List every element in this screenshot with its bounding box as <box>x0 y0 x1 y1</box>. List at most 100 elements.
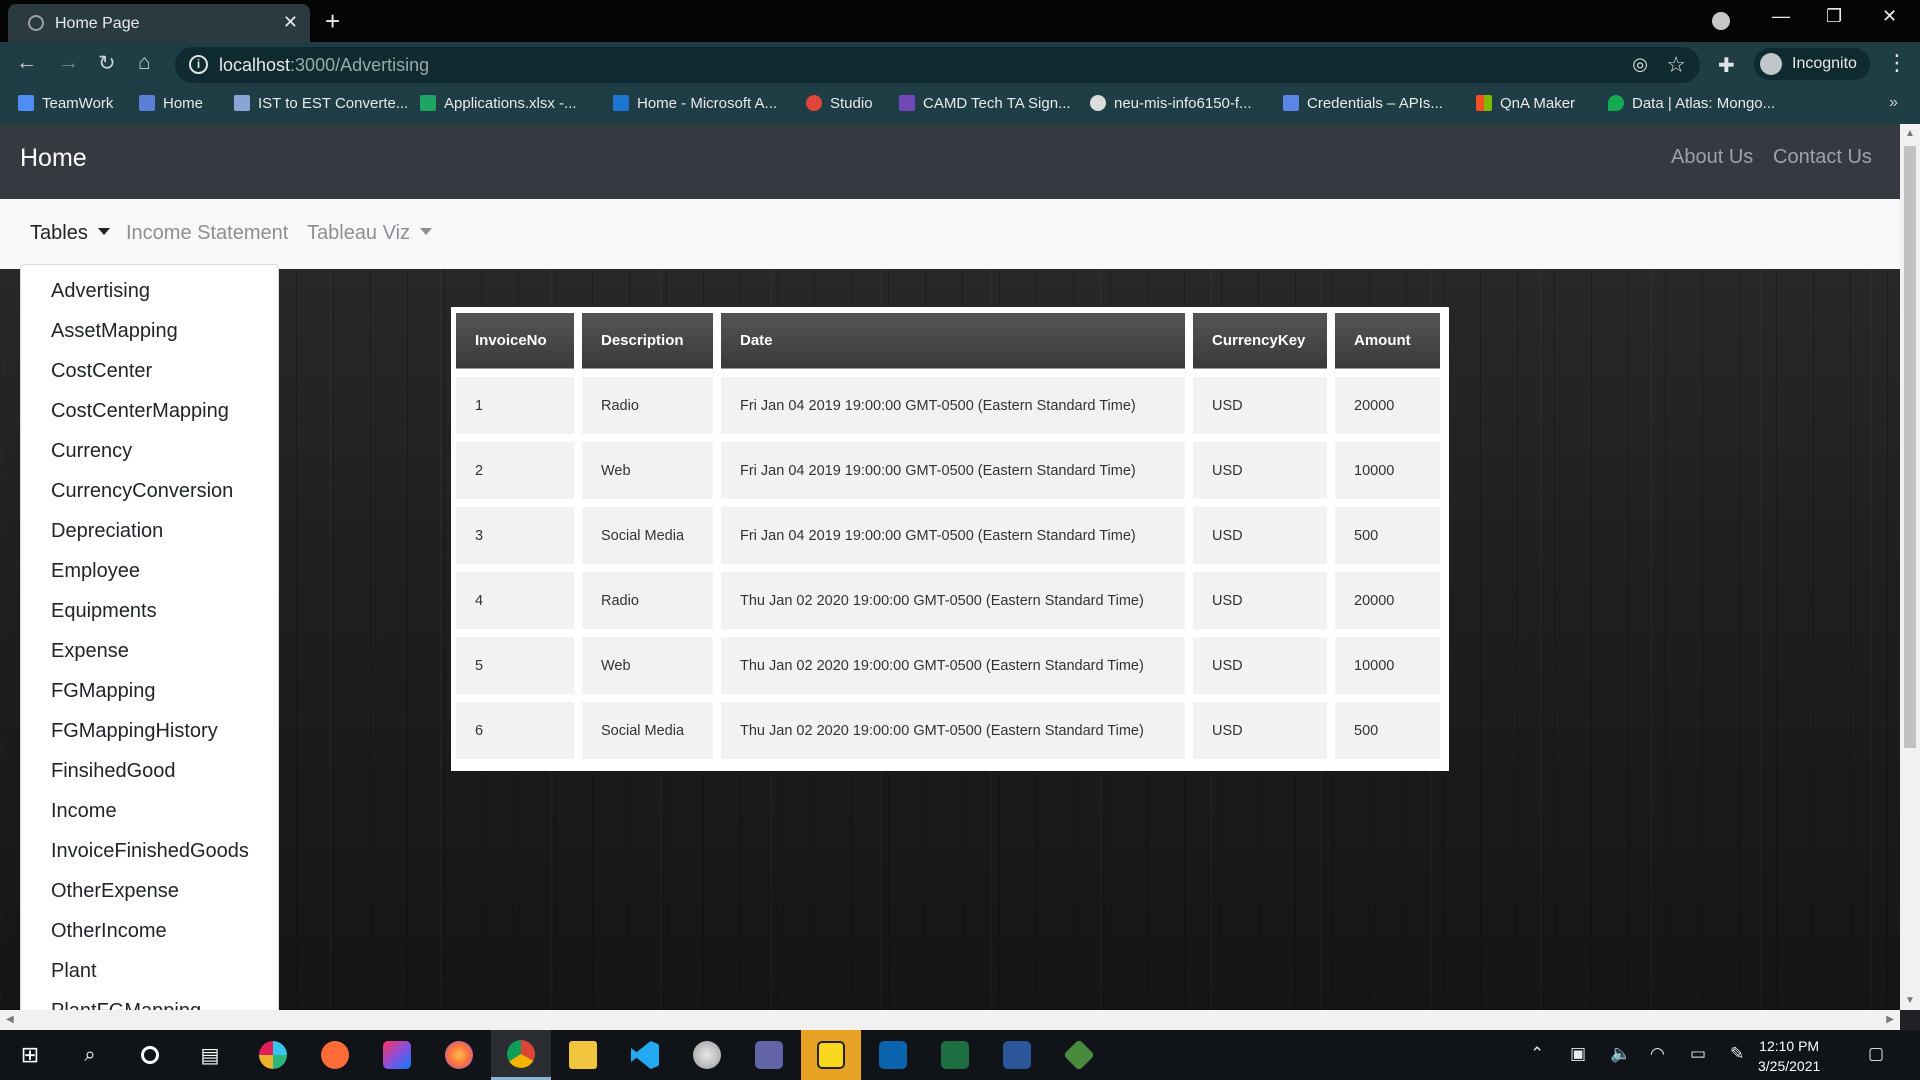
dropdown-item-assetmapping[interactable]: AssetMapping <box>21 318 278 358</box>
dropdown-item-finishedgood[interactable]: FinsihedGood <box>21 758 278 798</box>
tables-dropdown-toggle[interactable]: Tables <box>30 222 110 245</box>
cell-currencykey: USD <box>1193 507 1327 564</box>
bookmark-studio[interactable]: Studio <box>806 95 873 112</box>
slack-icon[interactable] <box>243 1030 303 1080</box>
volume-icon[interactable]: 🔈 <box>1610 1044 1631 1064</box>
word-icon[interactable] <box>987 1030 1047 1080</box>
dropdown-item-income[interactable]: Income <box>21 798 278 838</box>
windows-start-icon[interactable]: ⊞ <box>0 1030 60 1080</box>
bookmark-label: CAMD Tech TA Sign... <box>923 95 1071 112</box>
bookmark-applications[interactable]: Applications.xlsx -... <box>420 95 577 112</box>
bookmark-label: neu-mis-info6150-f... <box>1114 95 1252 112</box>
cell-currencykey: USD <box>1193 377 1327 434</box>
url-text[interactable]: localhost:3000/Advertising <box>219 55 429 76</box>
battery-icon[interactable]: ▭ <box>1690 1044 1706 1064</box>
dropdown-item-employee[interactable]: Employee <box>21 558 278 598</box>
dropdown-item-plantfgmapping[interactable]: PlantFGMapping <box>21 998 278 1010</box>
bookmark-teamwork[interactable]: TeamWork <box>18 95 113 112</box>
dropdown-item-currency[interactable]: Currency <box>21 438 278 478</box>
horizontal-scrollbar[interactable]: ◀ ▶ <box>0 1010 1900 1030</box>
search-icon[interactable]: ⌕ <box>60 1030 120 1080</box>
page-viewport: Home About Us Contact Us Tables Income S… <box>0 124 1900 1010</box>
incognito-badge[interactable]: Incognito <box>1754 48 1870 80</box>
task-view-icon[interactable]: ▤ <box>180 1030 240 1080</box>
back-icon[interactable]: ← <box>16 51 37 75</box>
advertising-table-card: InvoiceNo Description Date CurrencyKey A… <box>451 307 1449 771</box>
intellij-icon[interactable] <box>367 1030 427 1080</box>
paint-icon[interactable] <box>677 1030 737 1080</box>
dropdown-item-depreciation[interactable]: Depreciation <box>21 518 278 558</box>
scroll-down-icon[interactable]: ▼ <box>1905 995 1915 1006</box>
file-explorer-icon[interactable] <box>553 1030 613 1080</box>
nav-contact-us[interactable]: Contact Us <box>1773 146 1872 169</box>
close-tab-icon[interactable]: ✕ <box>283 12 298 33</box>
dropdown-item-currencyconversion[interactable]: CurrencyConversion <box>21 478 278 518</box>
scrollbar-thumb[interactable] <box>1904 146 1916 748</box>
chrome-icon[interactable] <box>491 1030 551 1080</box>
reload-icon[interactable]: ↻ <box>98 51 116 76</box>
wifi-icon[interactable]: ◠ <box>1650 1044 1665 1064</box>
more-bookmarks-icon[interactable]: » <box>1889 94 1898 112</box>
bookmark-github[interactable]: neu-mis-info6150-f... <box>1090 95 1252 112</box>
device-icon[interactable]: ▣ <box>1570 1044 1586 1064</box>
git-icon[interactable] <box>1049 1030 1109 1080</box>
scroll-left-icon[interactable]: ◀ <box>6 1014 14 1025</box>
restore-icon[interactable]: ❐ <box>1826 6 1842 27</box>
browser-menu-icon[interactable]: ⋮ <box>1886 50 1908 76</box>
vertical-scrollbar[interactable]: ▲ ▼ <box>1900 124 1920 1010</box>
close-window-icon[interactable]: ✕ <box>1882 6 1897 27</box>
dropdown-item-invoicefinishedgoods[interactable]: InvoiceFinishedGoods <box>21 838 278 878</box>
dropdown-item-costcenter[interactable]: CostCenter <box>21 358 278 398</box>
dropdown-item-equipments[interactable]: Equipments <box>21 598 278 638</box>
nav-about-us[interactable]: About Us <box>1671 146 1753 169</box>
bookmark-atlas[interactable]: Data | Atlas: Mongo... <box>1608 95 1775 112</box>
tab-search-icon[interactable] <box>1712 12 1730 30</box>
site-info-icon[interactable]: i <box>189 55 208 74</box>
scroll-right-icon[interactable]: ▶ <box>1886 1014 1894 1025</box>
bookmark-microsoft[interactable]: Home - Microsoft A... <box>613 95 777 112</box>
dropdown-item-otherincome[interactable]: OtherIncome <box>21 918 278 958</box>
teams-icon[interactable] <box>739 1030 799 1080</box>
tableau-viz-dropdown-toggle[interactable]: Tableau Viz <box>307 222 433 245</box>
dropdown-item-costcentermapping[interactable]: CostCenterMapping <box>21 398 278 438</box>
cortana-icon[interactable] <box>120 1030 180 1080</box>
dropdown-item-fgmapping[interactable]: FGMapping <box>21 678 278 718</box>
bookmark-label: Data | Atlas: Mongo... <box>1632 95 1776 112</box>
income-statement-link[interactable]: Income Statement <box>126 222 288 245</box>
dropdown-item-advertising[interactable]: Advertising <box>21 278 278 318</box>
cell-date: Thu Jan 02 2020 19:00:00 GMT-0500 (Easte… <box>721 702 1185 759</box>
excel-icon[interactable] <box>925 1030 985 1080</box>
scroll-up-icon[interactable]: ▲ <box>1905 128 1915 139</box>
bookmark-credentials[interactable]: Credentials – APIs... <box>1283 95 1443 112</box>
tab-title: Home Page <box>55 15 140 32</box>
extensions-icon[interactable]: ✚ <box>1718 53 1735 78</box>
bookmark-home[interactable]: Home <box>139 95 203 112</box>
firefox-icon[interactable] <box>429 1030 489 1080</box>
address-bar[interactable]: i localhost:3000/Advertising ◎ ☆ <box>175 47 1700 83</box>
pen-icon[interactable]: ✎ <box>1730 1044 1744 1064</box>
minimize-icon[interactable]: — <box>1772 6 1790 27</box>
bookmark-camd[interactable]: CAMD Tech TA Sign... <box>899 95 1071 112</box>
new-tab-icon[interactable]: + <box>325 6 340 37</box>
notifications-icon[interactable]: ▢ <box>1868 1044 1884 1064</box>
vscode-icon[interactable] <box>615 1030 675 1080</box>
show-hidden-icons-icon[interactable]: ⌃ <box>1530 1044 1544 1064</box>
home-icon[interactable]: ⌂ <box>138 51 151 75</box>
eye-off-icon[interactable]: ◎ <box>1632 54 1648 75</box>
dropdown-item-expense[interactable]: Expense <box>21 638 278 678</box>
cell-currencykey: USD <box>1193 572 1327 629</box>
brand-home-link[interactable]: Home <box>20 144 87 173</box>
sticky-notes-icon[interactable] <box>801 1030 861 1080</box>
cell-amount: 20000 <box>1335 377 1440 434</box>
outlook-icon[interactable] <box>863 1030 923 1080</box>
dropdown-item-plant[interactable]: Plant <box>21 958 278 998</box>
dropdown-item-otherexpense[interactable]: OtherExpense <box>21 878 278 918</box>
bookmark-qna[interactable]: QnA Maker <box>1476 95 1575 112</box>
system-clock[interactable]: 12:10 PM 3/25/2021 <box>1758 1036 1820 1076</box>
bookmark-star-icon[interactable]: ☆ <box>1666 52 1686 78</box>
tab-home-page[interactable]: Home Page ✕ <box>8 4 310 42</box>
postman-icon[interactable] <box>305 1030 365 1080</box>
bookmark-ist-est[interactable]: IST to EST Converte... <box>234 95 408 112</box>
dropdown-item-fgmappinghistory[interactable]: FGMappingHistory <box>21 718 278 758</box>
forward-icon[interactable]: → <box>58 51 79 75</box>
